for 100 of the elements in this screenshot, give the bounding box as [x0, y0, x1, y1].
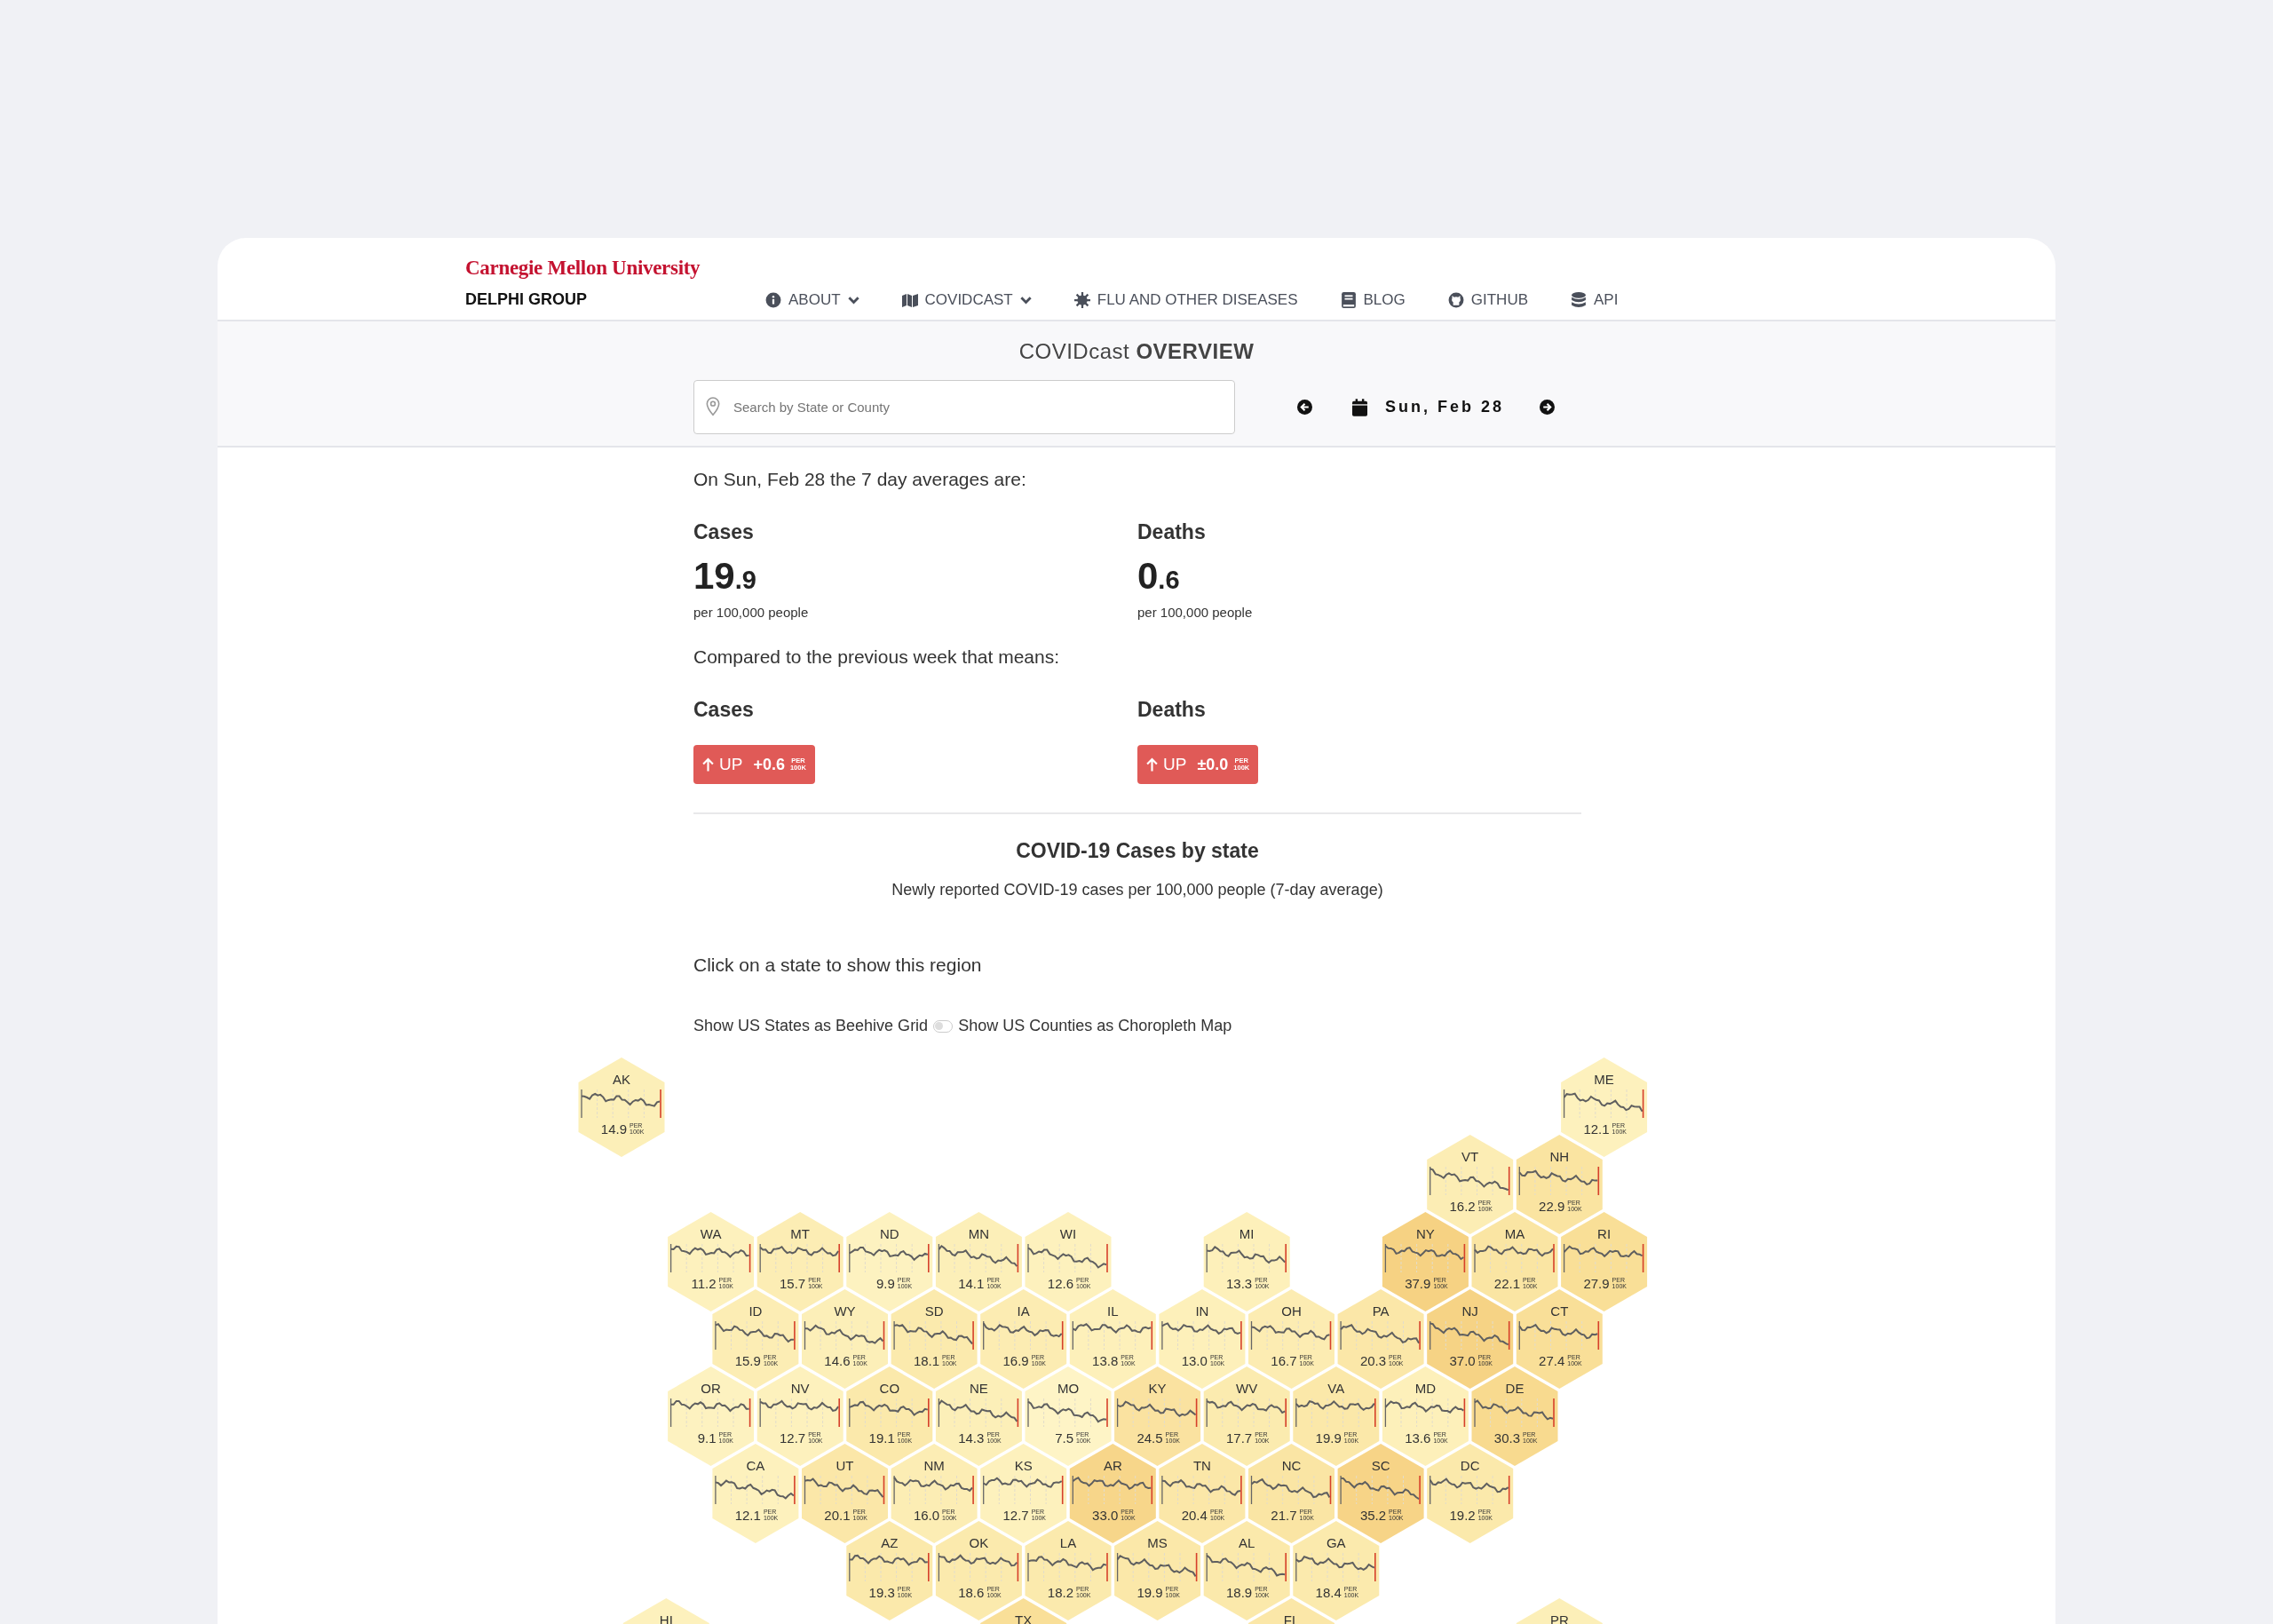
state-hex[interactable]	[1427, 1444, 1514, 1543]
toggle-label: Show US Counties as Choropleth Map	[958, 1017, 1232, 1035]
state-value: 18.9	[1226, 1585, 1253, 1600]
compare-text: Compared to the previous week that means:	[693, 646, 1061, 668]
state-label: OK	[969, 1535, 989, 1550]
state-label: PA	[1372, 1303, 1390, 1319]
calendar-icon	[1352, 398, 1367, 416]
date-picker[interactable]: Sun, Feb 28	[1385, 398, 1505, 416]
state-label: MA	[1504, 1226, 1525, 1241]
state-hex[interactable]	[1114, 1521, 1201, 1620]
state-value: 14.3	[958, 1430, 985, 1446]
state-value: 19.9	[1315, 1430, 1342, 1446]
state-label: ME	[1594, 1072, 1614, 1087]
map-title: COVID-19 Cases by state	[1015, 839, 1260, 863]
state-value: 20.1	[824, 1508, 851, 1523]
state-label: GA	[1326, 1535, 1346, 1550]
state-value: 14.9	[600, 1121, 627, 1137]
state-hex[interactable]	[712, 1444, 799, 1543]
nav-link[interactable]: ABOUT	[765, 291, 859, 309]
caret-icon	[1019, 296, 1032, 305]
nav-link[interactable]: BLOG	[1340, 291, 1406, 309]
search-field[interactable]: Search by State or County	[693, 380, 1235, 434]
state-value: 11.2	[691, 1276, 717, 1291]
nav-link[interactable]: GITHUB	[1447, 291, 1528, 309]
state-value: 33.0	[1092, 1508, 1119, 1523]
state-label: WI	[1059, 1226, 1077, 1241]
state-value: 19.9	[1136, 1585, 1163, 1600]
state-label: IN	[1195, 1303, 1209, 1319]
state-hex[interactable]	[1516, 1598, 1603, 1624]
metric-value: 0.6	[1137, 555, 1181, 598]
nav-link[interactable]: COVIDCAST	[901, 291, 1032, 309]
state-value: 18.6	[958, 1585, 985, 1600]
state-label: MN	[968, 1226, 990, 1241]
state-value: 35.2	[1359, 1508, 1387, 1523]
virus-icon	[1073, 292, 1090, 308]
state-label: KY	[1148, 1381, 1167, 1396]
map-icon	[901, 292, 918, 308]
trend-direction: UP	[1163, 755, 1187, 774]
nav-link[interactable]: FLU AND OTHER DISEASES	[1073, 291, 1298, 309]
nav-link[interactable]: API	[1571, 291, 1619, 309]
metric-title: Deaths	[1137, 698, 1207, 722]
previous-day-button[interactable]	[1297, 400, 1312, 415]
trend-delta: ±0.0	[1197, 755, 1229, 774]
university-logo[interactable]: Carnegie Mellon University	[465, 257, 765, 280]
state-label: ID	[748, 1303, 763, 1319]
state-label: AR	[1103, 1458, 1122, 1473]
state-value: 22.9	[1539, 1199, 1565, 1214]
state-label: MS	[1147, 1535, 1168, 1550]
state-label: ND	[879, 1226, 899, 1241]
state-label: OR	[701, 1381, 721, 1396]
state-value: 17.7	[1226, 1430, 1253, 1446]
state-value: 9.1	[697, 1430, 717, 1446]
state-label: DE	[1505, 1381, 1525, 1396]
state-label: NH	[1549, 1149, 1570, 1164]
state-label: NV	[790, 1381, 810, 1396]
state-hex[interactable]	[578, 1058, 665, 1157]
state-value: 9.9	[875, 1276, 895, 1291]
state-value: 21.7	[1271, 1508, 1297, 1523]
state-value: 12.7	[780, 1430, 806, 1446]
state-value: 27.9	[1583, 1276, 1610, 1291]
state-label: KS	[1014, 1458, 1033, 1473]
state-value: 20.4	[1181, 1508, 1208, 1523]
state-value: 16.7	[1271, 1353, 1297, 1368]
state-value: 13.3	[1226, 1276, 1253, 1291]
trend-delta: +0.6	[753, 755, 785, 774]
state-label: DC	[1460, 1458, 1480, 1473]
state-label: AK	[613, 1072, 630, 1087]
state-label: NY	[1416, 1226, 1435, 1241]
state-value: 15.7	[780, 1276, 806, 1291]
metric-unit: per 100,000 people	[1137, 605, 1254, 620]
state-value: 18.4	[1315, 1585, 1342, 1600]
state-label: TN	[1192, 1458, 1211, 1473]
state-label: NJ	[1461, 1303, 1478, 1319]
state-label: LA	[1059, 1535, 1077, 1550]
toggle-label: Show US States as Beehive Grid	[693, 1017, 929, 1035]
state-label: VT	[1461, 1149, 1479, 1164]
state-value: 19.3	[868, 1585, 895, 1600]
map-toggle[interactable]	[933, 1019, 954, 1033]
state-label: CA	[746, 1458, 765, 1473]
state-value: 13.8	[1092, 1353, 1119, 1368]
up-arrow-icon	[702, 757, 714, 772]
state-label: MI	[1239, 1226, 1255, 1241]
state-value: 37.9	[1405, 1276, 1431, 1291]
state-label: WY	[834, 1303, 856, 1319]
state-hex[interactable]	[1293, 1521, 1380, 1620]
group-name[interactable]: DELPHI GROUP	[465, 290, 765, 309]
state-value: 18.1	[913, 1353, 940, 1368]
state-value: 19.1	[868, 1430, 895, 1446]
hint-text: Click on a state to show this region	[693, 955, 983, 976]
state-value: 7.5	[1055, 1430, 1073, 1446]
state-value: 19.2	[1449, 1508, 1476, 1523]
caret-icon	[847, 296, 859, 305]
state-label: AZ	[881, 1535, 899, 1550]
state-hex[interactable]	[846, 1521, 933, 1620]
state-value: 12.6	[1047, 1276, 1073, 1291]
state-value: 12.1	[734, 1508, 761, 1523]
state-label: AL	[1239, 1535, 1255, 1550]
state-value: 22.1	[1493, 1276, 1520, 1291]
next-day-button[interactable]	[1540, 400, 1556, 415]
state-label: SD	[924, 1303, 944, 1319]
